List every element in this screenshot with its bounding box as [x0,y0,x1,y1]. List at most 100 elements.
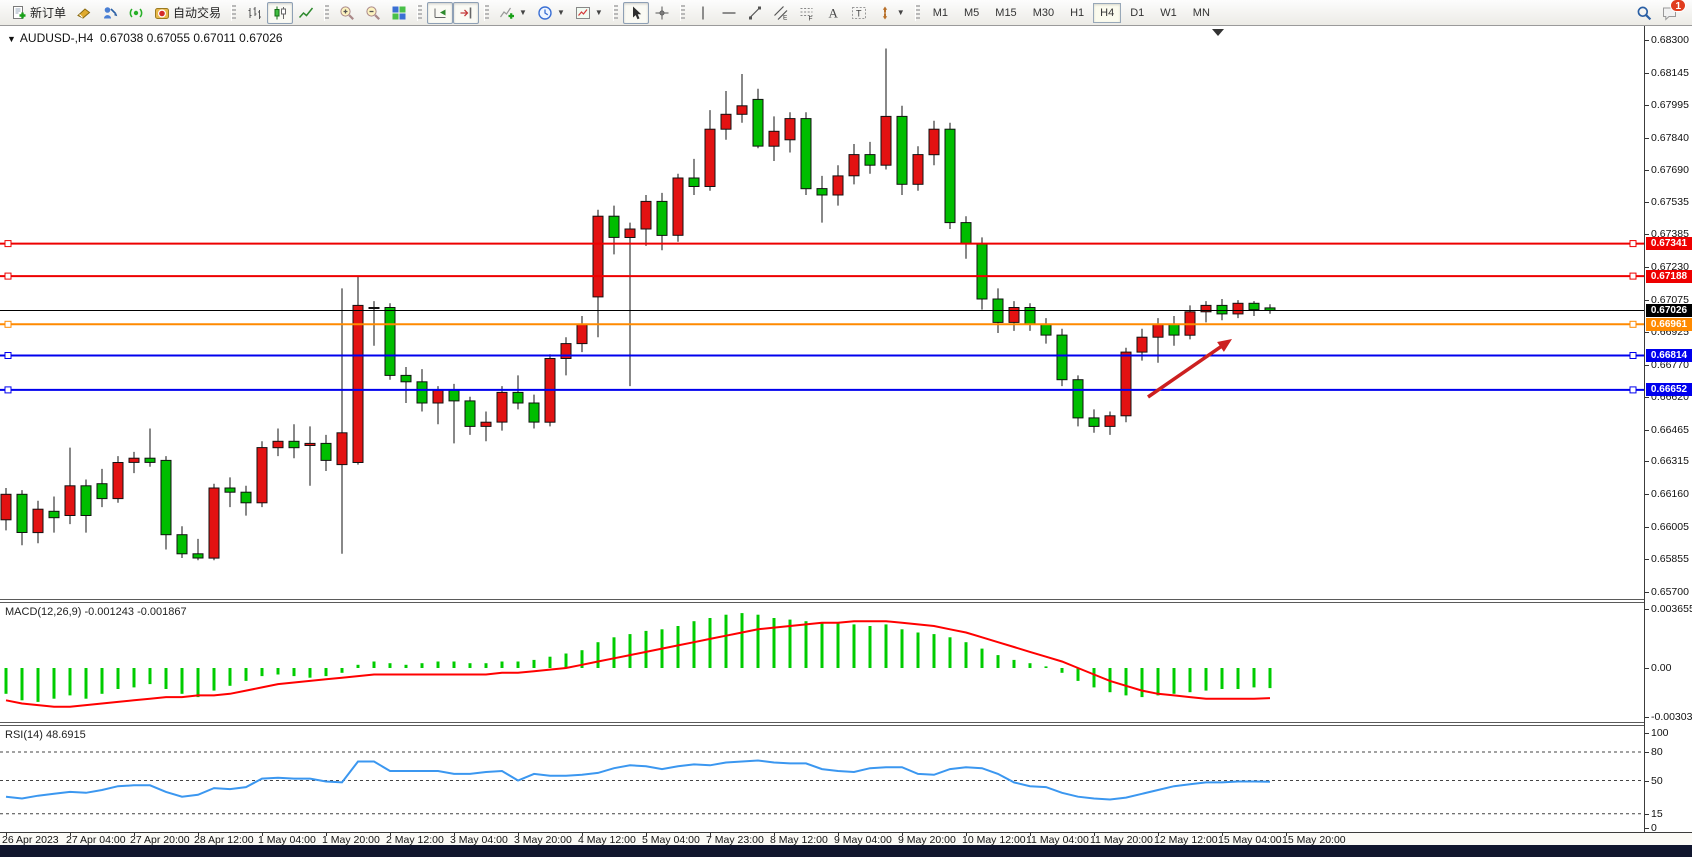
axis-tick-label: 50 [1651,775,1663,787]
signals-button[interactable] [123,2,149,24]
fibonacci-icon: F [799,5,815,21]
zoom-out-icon [365,5,381,21]
hline-price-tag[interactable]: 0.66652 [1646,383,1692,396]
timeframe-m30[interactable]: M30 [1026,3,1061,23]
auto-scroll-button[interactable] [427,2,453,24]
horizontal-line-object[interactable] [0,387,1644,393]
horizontal-line-object[interactable] [0,273,1644,279]
rsi-indicator-label: RSI(14) 48.6915 [5,729,86,741]
hline-price-tag[interactable]: 0.66814 [1646,349,1692,362]
axis-tick-label: 0.66315 [1651,455,1689,467]
macd-signal-line [6,621,1270,707]
timeframe-d1[interactable]: D1 [1123,3,1151,23]
timeframe-group: M1M5M15M30H1H4D1W1MN [925,0,1218,26]
search-icon [1636,5,1652,21]
svg-text:T: T [856,8,862,18]
chart-shift-marker-icon[interactable] [1212,29,1224,36]
chevron-down-icon: ▼ [897,8,905,17]
timeframe-h4[interactable]: H4 [1093,3,1121,23]
line-chart-mode-button[interactable] [293,2,319,24]
svg-text:F: F [808,15,812,21]
macd-histogram [6,613,1270,702]
svg-text:A: A [828,5,838,20]
collapse-arrow-icon[interactable]: ▼ [7,34,16,44]
editor-icon [102,5,118,21]
bar-chart-mode-button[interactable] [241,2,267,24]
date-axis: 26 Apr 202327 Apr 04:0027 Apr 20:0028 Ap… [0,832,1692,845]
axis-tick-label: 80 [1651,746,1663,758]
rsi-panel[interactable]: RSI(14) 48.6915 [0,726,1644,832]
horizontal-line-object[interactable] [0,321,1644,327]
cursor-button[interactable] [623,2,649,24]
new-order-icon [11,5,27,21]
horizontal-line-icon [721,5,737,21]
hline-price-tag[interactable]: 0.67341 [1646,237,1692,250]
chat-badge: 1 [1670,0,1686,12]
hline-price-tag[interactable]: 0.66961 [1646,318,1692,331]
chat-button[interactable]: 1 [1662,5,1678,21]
macd-panel[interactable]: MACD(12,26,9) -0.001243 -0.001867 [0,603,1644,722]
zoom-in-icon [339,5,355,21]
horn-icon [76,5,92,21]
timeframe-m1[interactable]: M1 [926,3,955,23]
axis-tick-label: 0.67535 [1651,196,1689,208]
price-chart-panel[interactable]: ▼AUDUSD-,H4 0.67038 0.67055 0.67011 0.67… [0,26,1644,599]
hline-price-tag[interactable]: 0.67188 [1646,270,1692,283]
horizontal-line-button[interactable] [716,2,742,24]
main-toolbar: 新订单 自动交易 ▼ ▼ ▼ E F A T ▼ M1M5M15M30H1H4D1W1MN 1 [0,0,1692,26]
channel-icon: E [773,5,789,21]
zoom-in-button[interactable] [334,2,360,24]
arrows-button[interactable]: ▼ [872,2,910,24]
current-price-tag: 0.67026 [1646,304,1692,317]
horizontal-line-object[interactable] [0,241,1644,247]
macd-indicator-label: MACD(12,26,9) -0.001243 -0.001867 [5,606,187,618]
price-axis: 0.683000.681450.679950.678400.676900.675… [1644,26,1692,832]
axis-tick-label: 0.65855 [1651,553,1689,565]
timeframe-m5[interactable]: M5 [957,3,986,23]
templates-icon [575,5,591,21]
axis-tick-label: 0.66005 [1651,521,1689,533]
search-button[interactable] [1636,5,1652,21]
candlestick-chart[interactable] [0,26,1644,599]
horizontal-line-object[interactable] [0,353,1644,359]
clock-icon [537,5,553,21]
chart-shift-icon [458,5,474,21]
metaeditor-button[interactable] [97,2,123,24]
axis-tick-label: 0.67840 [1651,132,1689,144]
tile-windows-button[interactable] [386,2,412,24]
indicators-button[interactable]: ▼ [494,2,532,24]
mt4-trading-terminal: { "toolbar": { "groups": [ { "items": [ … [0,0,1692,857]
market-watch-button[interactable] [71,2,97,24]
crosshair-button[interactable] [649,2,675,24]
trend-arrow-annotation[interactable] [1148,339,1232,397]
timeframe-w1[interactable]: W1 [1153,3,1184,23]
text-label-button[interactable]: T [846,2,872,24]
cursor-icon [628,5,644,21]
periods-button[interactable]: ▼ [532,2,570,24]
timeframe-mn[interactable]: MN [1186,3,1217,23]
trendline-button[interactable] [742,2,768,24]
axis-tick-label: 0.68145 [1651,67,1689,79]
toolbar-separator [417,5,422,21]
text-button[interactable]: A [820,2,846,24]
fibonacci-button[interactable]: F [794,2,820,24]
rsi-chart [0,726,1644,832]
vertical-line-button[interactable] [690,2,716,24]
new-order-button[interactable]: 新订单 [6,2,71,24]
timeframe-h1[interactable]: H1 [1063,3,1091,23]
chevron-down-icon: ▼ [557,8,565,17]
candle-mode-icon [272,5,288,21]
new-order-button-label: 新订单 [30,4,66,21]
equidistant-channel-button[interactable]: E [768,2,794,24]
templates-button[interactable]: ▼ [570,2,608,24]
candlestick-mode-button[interactable] [267,2,293,24]
line-mode-icon [298,5,314,21]
chart-symbol-title: ▼AUDUSD-,H4 0.67038 0.67055 0.67011 0.67… [7,31,283,45]
timeframe-m15[interactable]: M15 [988,3,1023,23]
text-label-icon: T [851,5,867,21]
toolbar-separator [231,5,236,21]
symbol-period-label: AUDUSD-,H4 [20,31,93,45]
zoom-out-button[interactable] [360,2,386,24]
autotrade-button[interactable]: 自动交易 [149,2,226,24]
chart-shift-button[interactable] [453,2,479,24]
